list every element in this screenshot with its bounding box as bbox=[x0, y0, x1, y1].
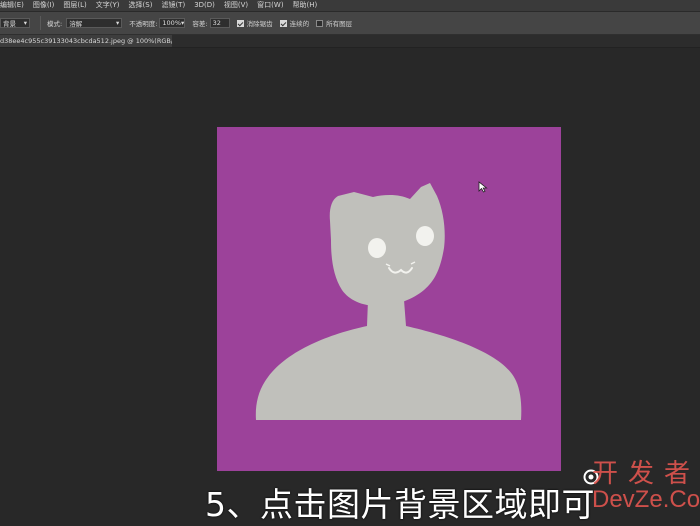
mouse-cursor-icon bbox=[478, 181, 488, 193]
watermark-subtitle: DevZe.CoM bbox=[592, 486, 700, 513]
right-eye bbox=[416, 226, 434, 246]
canvas-svg bbox=[217, 127, 561, 471]
watermark-title: 开发者 bbox=[592, 459, 700, 489]
tutorial-caption: 5、点击图片背景区域即可 bbox=[205, 485, 595, 524]
left-eye bbox=[368, 238, 386, 258]
